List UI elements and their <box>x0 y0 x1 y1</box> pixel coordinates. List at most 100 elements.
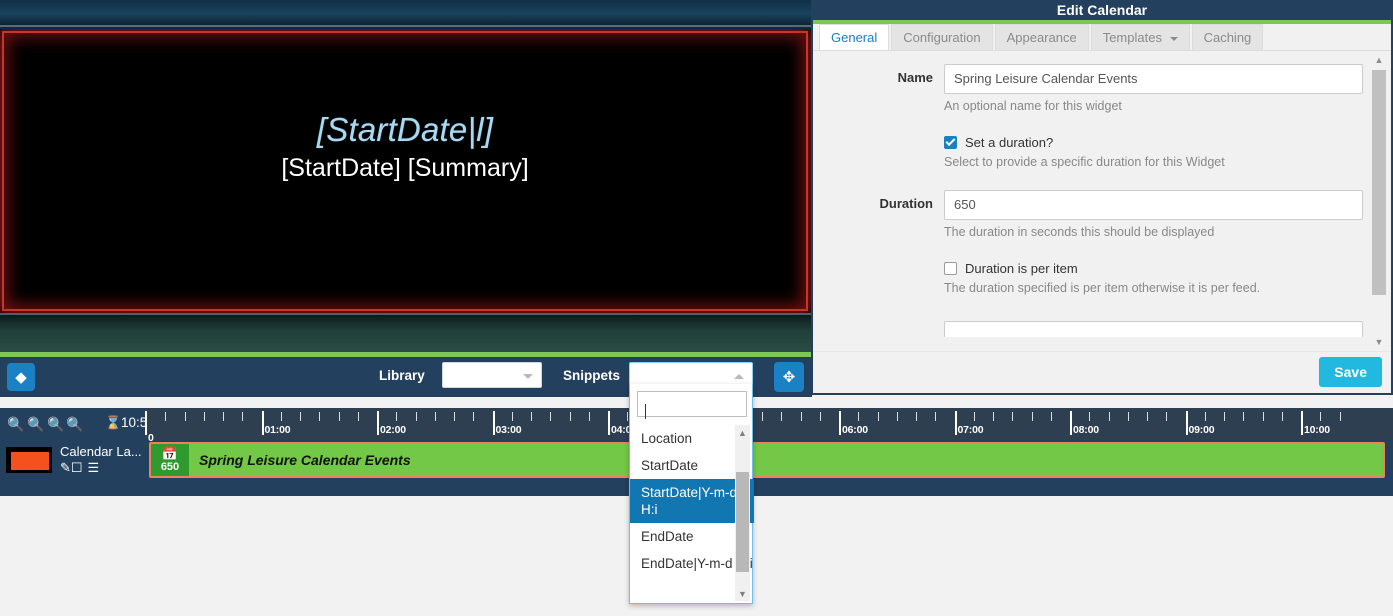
next-field-partial[interactable] <box>944 321 1363 337</box>
scrollbar-thumb[interactable] <box>736 472 749 572</box>
preview-lower-band <box>0 313 812 353</box>
timeline-tools: 🔍 🔍 🔍 🔍 ⌛ 10:50 <box>0 408 145 440</box>
duration-label: Duration <box>813 196 933 211</box>
move-arrows-icon[interactable]: ✥ <box>774 362 804 392</box>
ruler-minor-tick <box>589 412 590 421</box>
ruler-tick-label: 01:00 <box>265 424 291 436</box>
chevron-up-icon <box>734 374 744 379</box>
per-item-help-text: The duration specified is per item other… <box>944 281 1391 295</box>
set-duration-label: Set a duration? <box>965 135 1053 150</box>
panel-scrollbar[interactable]: ▲ ▼ <box>1371 53 1387 349</box>
ruler-major-tick <box>1070 411 1072 435</box>
name-input[interactable]: Spring Leisure Calendar Events <box>944 64 1363 94</box>
duration-input[interactable]: 650 <box>944 190 1363 220</box>
ruler-minor-tick <box>358 412 359 421</box>
tab-appearance[interactable]: Appearance <box>995 24 1089 50</box>
preview-line-1: [StartDate|l] <box>4 111 806 150</box>
ruler-minor-tick <box>1089 412 1090 421</box>
ruler-minor-tick <box>473 412 474 421</box>
ruler-minor-tick <box>993 412 994 421</box>
scroll-down-icon[interactable]: ▼ <box>735 586 750 601</box>
ruler-tick-label: 08:00 <box>1073 424 1099 436</box>
scroll-up-icon[interactable]: ▲ <box>735 425 750 440</box>
timeline-ruler[interactable]: 01:0002:0003:0004:0005:0006:0007:0008:00… <box>145 408 1393 440</box>
per-item-checkbox[interactable] <box>944 262 957 275</box>
snippets-scrollbar[interactable]: ▲ ▼ <box>735 425 750 601</box>
ruler-minor-tick <box>1282 412 1283 421</box>
tab-appearance-label: Appearance <box>1007 30 1077 45</box>
ruler-minor-tick <box>435 412 436 421</box>
panel-form-body: Name Spring Leisure Calendar Events An o… <box>813 51 1391 351</box>
ruler-major-tick <box>1186 411 1188 435</box>
layout-preview-stage[interactable]: [StartDate|l] [StartDate] [Summary] <box>0 29 812 313</box>
zoom-fit-icon[interactable]: 🔍 <box>27 416 43 432</box>
set-duration-checkbox-row[interactable]: Set a duration? <box>944 135 1391 150</box>
tab-caching[interactable]: Caching <box>1192 24 1264 50</box>
name-help-text: An optional name for this widget <box>944 99 1391 113</box>
ruler-minor-tick <box>897 412 898 421</box>
tab-templates-label: Templates <box>1103 30 1162 45</box>
layer-action-icons: ✎☐ ☰ <box>60 461 99 475</box>
set-duration-help-text: Select to provide a specific duration fo… <box>944 155 1391 169</box>
zoom-out-icon[interactable]: 🔍 <box>66 416 82 432</box>
ruler-minor-tick <box>242 412 243 421</box>
layout-designer: [StartDate|l] [StartDate] [Summary] ◆ Li… <box>0 0 812 397</box>
ruler-tick-label: 09:00 <box>1189 424 1215 436</box>
preview-region-selected[interactable]: [StartDate|l] [StartDate] [Summary] <box>2 31 808 311</box>
library-label: Library <box>379 368 425 383</box>
tab-general-label: General <box>831 30 877 45</box>
ruler-tick-label: 02:00 <box>380 424 406 436</box>
zoom-full-icon[interactable]: 🔍 <box>47 416 63 432</box>
scroll-down-icon[interactable]: ▼ <box>1371 335 1387 349</box>
play-preview-icon[interactable]: ◆ <box>7 363 35 391</box>
zoom-in-icon[interactable]: 🔍 <box>7 416 23 432</box>
ruler-minor-tick <box>916 412 917 421</box>
tab-templates[interactable]: Templates <box>1091 24 1190 50</box>
snippets-dropdown[interactable]: Location StartDate StartDate|Y-m-d H:i E… <box>629 384 753 604</box>
layer-name-label: Calendar La... <box>60 444 142 459</box>
edit-icon[interactable]: ✎☐ <box>60 461 83 475</box>
tab-caching-label: Caching <box>1204 30 1252 45</box>
ruler-major-tick <box>493 411 495 435</box>
ruler-major-tick <box>839 411 841 435</box>
ruler-minor-tick <box>570 412 571 421</box>
ruler-minor-tick <box>878 412 879 421</box>
ruler-minor-tick <box>1224 412 1225 421</box>
scrollbar-thumb[interactable] <box>1372 70 1386 295</box>
snippets-label: Snippets <box>563 368 620 383</box>
layer-color-swatch <box>6 447 52 473</box>
form-row-set-duration: Set a duration? Select to provide a spec… <box>813 135 1391 169</box>
ruler-minor-tick <box>1128 412 1129 421</box>
save-button[interactable]: Save <box>1319 357 1382 387</box>
hourglass-icon: ⌛ <box>105 415 121 431</box>
ruler-minor-tick <box>858 412 859 421</box>
library-select[interactable] <box>442 362 542 388</box>
tab-configuration-label: Configuration <box>903 30 980 45</box>
ruler-minor-tick <box>974 412 975 421</box>
ruler-minor-tick <box>300 412 301 421</box>
ruler-minor-tick <box>762 412 763 421</box>
snippets-search-input[interactable] <box>637 391 747 417</box>
ruler-tick-label: 10:00 <box>1304 424 1330 436</box>
ruler-minor-tick <box>416 412 417 421</box>
timeline-layer-header[interactable]: Calendar La... ✎☐ ☰ <box>0 440 145 480</box>
ruler-minor-tick <box>531 412 532 421</box>
timeline-widget-bar[interactable]: 📅 650 Spring Leisure Calendar Events <box>149 442 1385 478</box>
ruler-minor-tick <box>281 412 282 421</box>
calendar-icon: 📅 <box>162 448 178 460</box>
tab-configuration[interactable]: Configuration <box>891 24 992 50</box>
set-duration-checkbox[interactable] <box>944 136 957 149</box>
widget-duration-value: 650 <box>161 461 179 473</box>
ruler-minor-tick <box>1243 412 1244 421</box>
ruler-minor-tick <box>935 412 936 421</box>
widget-title-label: Spring Leisure Calendar Events <box>189 444 1383 476</box>
list-icon[interactable]: ☰ <box>88 461 100 475</box>
scroll-up-icon[interactable]: ▲ <box>1371 53 1387 67</box>
app-root: [StartDate|l] [StartDate] [Summary] ◆ Li… <box>0 0 1393 616</box>
ruler-minor-tick <box>1032 412 1033 421</box>
ruler-minor-tick <box>319 412 320 421</box>
ruler-minor-tick <box>454 412 455 421</box>
per-item-checkbox-row[interactable]: Duration is per item <box>944 261 1391 276</box>
tab-general[interactable]: General <box>819 24 889 50</box>
ruler-minor-tick <box>1205 412 1206 421</box>
